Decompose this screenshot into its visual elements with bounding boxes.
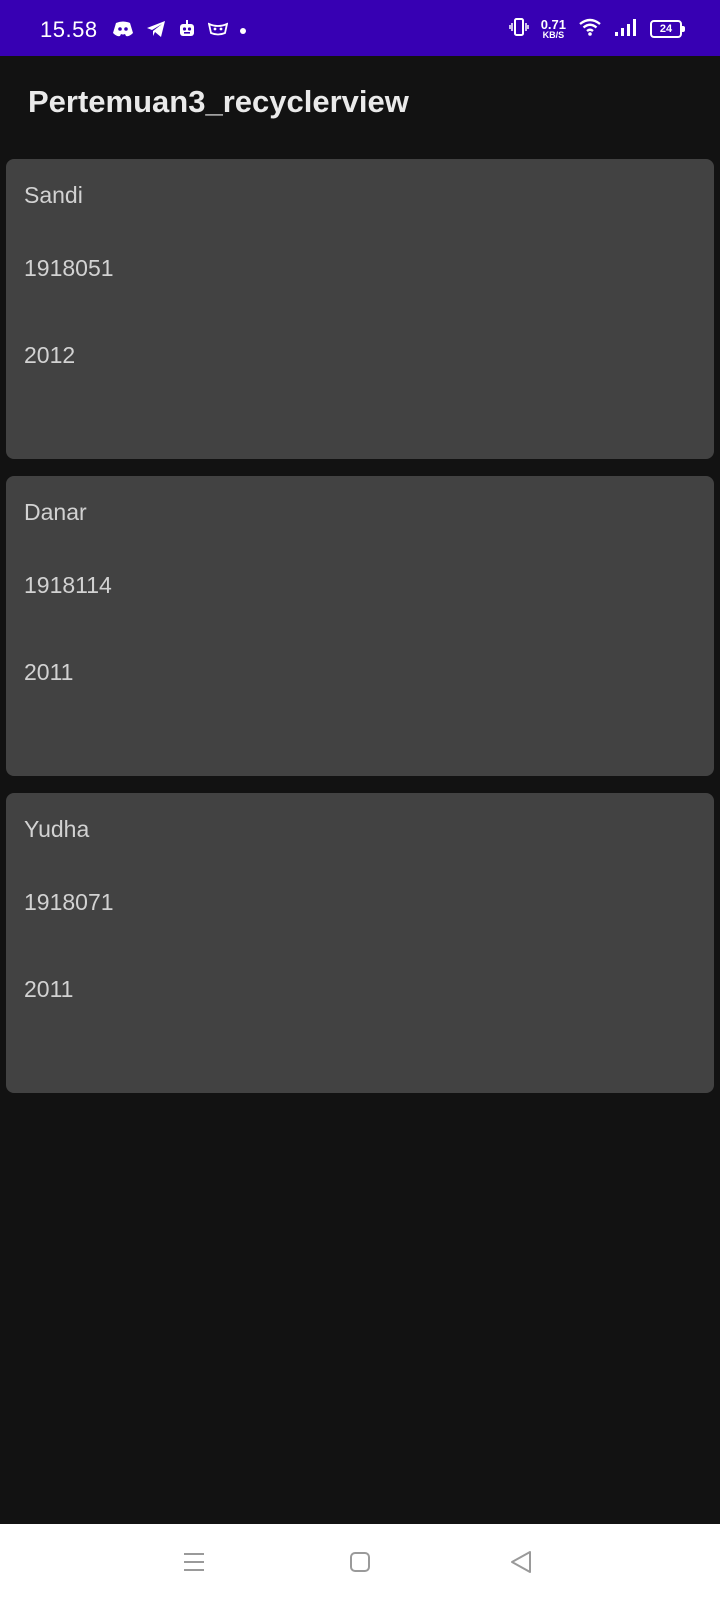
- item-name: Danar: [24, 499, 87, 525]
- menu-icon[interactable]: [174, 1542, 214, 1582]
- navigation-bar: [0, 1524, 720, 1600]
- back-icon[interactable]: [502, 1542, 542, 1582]
- list-item[interactable]: Yudha 1918071 2011: [6, 793, 714, 1093]
- item-id: 1918051: [24, 255, 114, 281]
- network-speed: 0.71 KB/S: [541, 18, 566, 40]
- list-item[interactable]: Sandi 1918051 2012: [6, 159, 714, 459]
- item-name: Sandi: [24, 182, 83, 208]
- item-year: 2011: [24, 976, 74, 1002]
- item-id: 1918114: [24, 572, 112, 598]
- bot-icon: [178, 19, 196, 43]
- item-name: Yudha: [24, 816, 90, 842]
- system-icons: 0.71 KB/S 24: [508, 16, 685, 42]
- telegram-icon: [146, 20, 166, 43]
- net-speed-unit: KB/S: [542, 30, 565, 40]
- list-item[interactable]: Danar 1918114 2011: [6, 476, 714, 776]
- status-bar: 15.58 0.71 KB/S 24: [0, 0, 720, 56]
- dot-icon: [240, 28, 246, 34]
- battery-icon: 24: [650, 20, 685, 38]
- home-icon[interactable]: [340, 1542, 380, 1582]
- mask-icon: [207, 21, 229, 42]
- wifi-icon: [578, 17, 602, 42]
- notification-icons: [112, 19, 246, 43]
- item-year: 2011: [24, 659, 74, 685]
- vibrate-icon: [508, 17, 529, 42]
- status-time: 15.58: [40, 17, 98, 42]
- signal-icon: [614, 18, 638, 41]
- discord-icon: [112, 20, 134, 43]
- item-id: 1918071: [24, 889, 114, 915]
- item-year: 2012: [24, 342, 76, 368]
- app-bar: Pertemuan3_recyclerview: [0, 56, 720, 152]
- app-title: Pertemuan3_recyclerview: [28, 84, 409, 119]
